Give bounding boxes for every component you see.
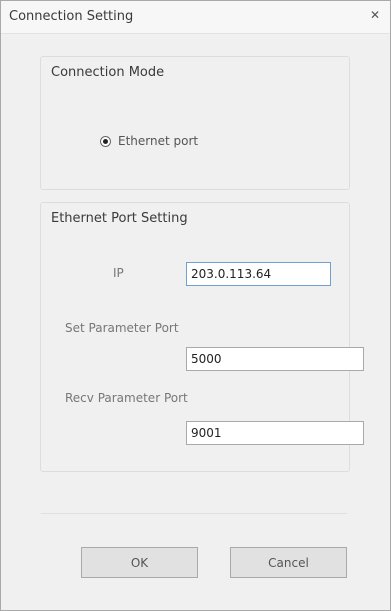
set-parameter-port-input[interactable] <box>186 347 364 371</box>
recv-parameter-port-input[interactable] <box>186 421 364 445</box>
ip-label: IP <box>113 266 124 280</box>
ethernet-port-setting-group: Ethernet Port Setting IP Set Parameter P… <box>40 202 364 472</box>
ok-button[interactable]: OK <box>81 547 198 578</box>
close-icon[interactable]: ✕ <box>370 8 380 22</box>
radio-selected-dot <box>103 138 108 144</box>
ethernet-port-radio-label[interactable]: Ethernet port <box>118 134 198 148</box>
set-parameter-port-label: Set Parameter Port <box>65 321 179 335</box>
window-title: Connection Setting <box>9 9 134 24</box>
connection-mode-group: Connection Mode Ethernet port <box>40 56 350 190</box>
divider <box>41 513 347 514</box>
connection-setting-dialog: Connection Setting ✕ Connection Mode Eth… <box>0 0 391 611</box>
title-bar: Connection Setting ✕ <box>1 1 390 34</box>
ethernet-port-radio[interactable] <box>100 135 111 147</box>
ip-input[interactable] <box>186 262 331 286</box>
ethernet-port-setting-title: Ethernet Port Setting <box>51 211 188 226</box>
ethernet-port-radio-option[interactable]: Ethernet port <box>100 134 198 148</box>
connection-mode-title: Connection Mode <box>51 65 165 80</box>
cancel-button[interactable]: Cancel <box>230 547 347 578</box>
recv-parameter-port-label: Recv Parameter Port <box>65 391 188 405</box>
